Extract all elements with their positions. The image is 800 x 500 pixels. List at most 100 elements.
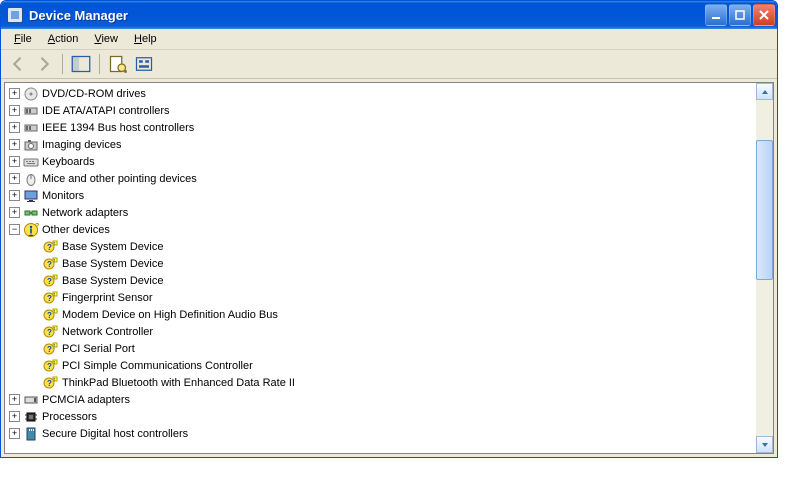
svg-text:!: !: [54, 257, 55, 262]
controller-icon: [23, 120, 39, 136]
tree-category[interactable]: + Secure Digital host controllers: [5, 425, 756, 442]
device-tree[interactable]: + DVD/CD-ROM drives +IDE ATA/ATAPI control…: [5, 83, 756, 453]
tree-label: Monitors: [42, 190, 84, 202]
unknown-device-icon: ?!: [43, 307, 59, 323]
tree-label: Base System Device: [62, 241, 163, 253]
unknown-device-icon: ?!: [43, 324, 59, 340]
pcmcia-icon: [23, 392, 39, 408]
scan-button[interactable]: [133, 53, 155, 75]
tree-category[interactable]: + Imaging devices: [5, 136, 756, 153]
tree-category[interactable]: +IDE ATA/ATAPI controllers: [5, 102, 756, 119]
tree-category[interactable]: −?Other devices: [5, 221, 756, 238]
disc-icon: [23, 86, 39, 102]
sd-icon: [23, 426, 39, 442]
tree-category[interactable]: +Keyboards: [5, 153, 756, 170]
window-title: Device Manager: [29, 8, 699, 23]
camera-icon: [23, 137, 39, 153]
tree-item[interactable]: ?!Base System Device: [5, 255, 756, 272]
tree-label: Network adapters: [42, 207, 128, 219]
maximize-button[interactable]: [729, 4, 751, 26]
unknown-device-icon: ?!: [43, 273, 59, 289]
titlebar[interactable]: Device Manager: [1, 1, 777, 29]
svg-text:!: !: [54, 291, 55, 296]
tree-label: Imaging devices: [42, 139, 122, 151]
expand-icon[interactable]: +: [9, 190, 20, 201]
tree-item[interactable]: ?!PCI Simple Communications Controller: [5, 357, 756, 374]
tree-label: Network Controller: [62, 326, 153, 338]
monitor-icon: [23, 188, 39, 204]
svg-text:?: ?: [47, 294, 52, 303]
tree-item[interactable]: ?!Base System Device: [5, 238, 756, 255]
expand-icon[interactable]: +: [9, 173, 20, 184]
tree-label: Other devices: [42, 224, 110, 236]
keyboard-icon: [23, 154, 39, 170]
tree-label: PCI Simple Communications Controller: [62, 360, 253, 372]
tree-category[interactable]: + DVD/CD-ROM drives: [5, 85, 756, 102]
vertical-scrollbar[interactable]: [756, 83, 773, 453]
expand-icon[interactable]: +: [9, 207, 20, 218]
scroll-down-button[interactable]: [756, 436, 773, 453]
tree-item[interactable]: ?! Fingerprint Sensor: [5, 289, 756, 306]
tree-label: IEEE 1394 Bus host controllers: [42, 122, 194, 134]
tree-category[interactable]: + PCMCIA adapters: [5, 391, 756, 408]
svg-text:?: ?: [47, 379, 52, 388]
expand-icon[interactable]: +: [9, 139, 20, 150]
unknown-device-icon: ?!: [43, 256, 59, 272]
tree-item[interactable]: ?! ThinkPad Bluetooth with Enhanced Data …: [5, 374, 756, 391]
net-icon: [23, 205, 39, 221]
tree-label: Modem Device on High Definition Audio Bu…: [62, 309, 278, 321]
app-icon: [7, 7, 23, 23]
tree-label: Fingerprint Sensor: [62, 292, 153, 304]
expand-icon[interactable]: +: [9, 88, 20, 99]
tree-label: DVD/CD-ROM drives: [42, 88, 146, 100]
unknown-device-icon: ?!: [43, 239, 59, 255]
expand-icon[interactable]: +: [9, 394, 20, 405]
back-button: [7, 53, 29, 75]
svg-text:?: ?: [35, 223, 39, 230]
expand-icon[interactable]: +: [9, 156, 20, 167]
tree-category[interactable]: + Network adapters: [5, 204, 756, 221]
svg-text:!: !: [54, 240, 55, 245]
svg-text:!: !: [54, 325, 55, 330]
menu-view[interactable]: View: [87, 31, 125, 47]
minimize-button[interactable]: [705, 4, 727, 26]
menu-action[interactable]: Action: [41, 31, 86, 47]
tree-item[interactable]: ?!Base System Device: [5, 272, 756, 289]
close-button[interactable]: [753, 4, 775, 26]
menubar: File Action View Help: [1, 29, 777, 50]
tree-label: Base System Device: [62, 258, 163, 270]
tree-label: PCI Serial Port: [62, 343, 135, 355]
tree-category[interactable]: + Processors: [5, 408, 756, 425]
device-tree-pane: + DVD/CD-ROM drives +IDE ATA/ATAPI control…: [4, 82, 774, 454]
expand-icon[interactable]: +: [9, 122, 20, 133]
show-hide-tree-button[interactable]: [70, 53, 92, 75]
tree-item[interactable]: ?!PCI Serial Port: [5, 340, 756, 357]
tree-item[interactable]: ?!Network Controller: [5, 323, 756, 340]
menu-file[interactable]: File: [7, 31, 39, 47]
tree-category[interactable]: + Monitors: [5, 187, 756, 204]
tree-label: Base System Device: [62, 275, 163, 287]
scroll-track[interactable]: [756, 100, 773, 436]
tree-item[interactable]: ?!Modem Device on High Definition Audio …: [5, 306, 756, 323]
unknown-device-icon: ?!: [43, 358, 59, 374]
tree-label: PCMCIA adapters: [42, 394, 130, 406]
scroll-up-button[interactable]: [756, 83, 773, 100]
svg-text:!: !: [54, 376, 55, 381]
expand-icon[interactable]: +: [9, 428, 20, 439]
tree-category[interactable]: +Mice and other pointing devices: [5, 170, 756, 187]
expand-icon[interactable]: +: [9, 105, 20, 116]
tree-category[interactable]: + IEEE 1394 Bus host controllers: [5, 119, 756, 136]
toolbar-separator: [99, 54, 100, 74]
svg-text:!: !: [54, 274, 55, 279]
tree-label: Processors: [42, 411, 97, 423]
svg-text:?: ?: [47, 362, 52, 371]
tree-label: ThinkPad Bluetooth with Enhanced Data Ra…: [62, 377, 295, 389]
controller-icon: [23, 103, 39, 119]
mouse-icon: [23, 171, 39, 187]
menu-help[interactable]: Help: [127, 31, 164, 47]
properties-button[interactable]: [107, 53, 129, 75]
expand-icon[interactable]: +: [9, 411, 20, 422]
scroll-thumb[interactable]: [756, 140, 773, 280]
tree-label: Secure Digital host controllers: [42, 428, 188, 440]
collapse-icon[interactable]: −: [9, 224, 20, 235]
